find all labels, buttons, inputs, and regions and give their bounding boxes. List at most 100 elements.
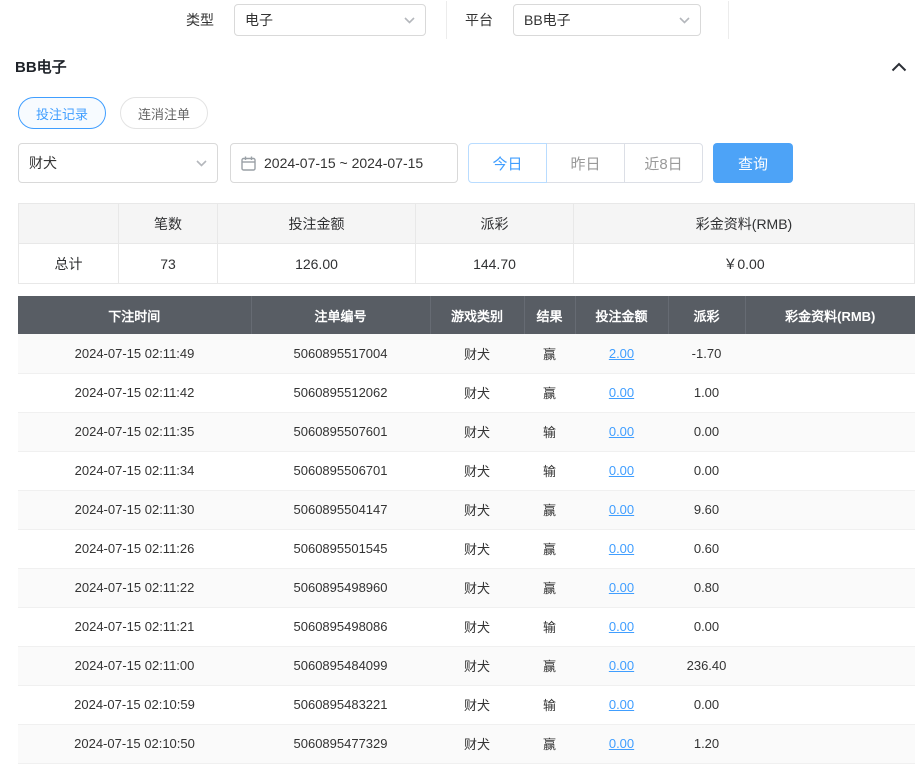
cell-bet-time: 2024-07-15 02:10:59 bbox=[18, 685, 251, 724]
cell-bonus bbox=[745, 529, 915, 568]
cell-bonus bbox=[745, 490, 915, 529]
date-range-value: 2024-07-15 ~ 2024-07-15 bbox=[264, 155, 423, 171]
header-bet-amount: 投注金额 bbox=[575, 296, 668, 334]
platform-select-value: BB电子 bbox=[524, 10, 571, 30]
cell-result: 赢 bbox=[524, 334, 575, 373]
table-row: 2024-07-15 02:11:00 5060895484099 财犬 赢 0… bbox=[18, 646, 915, 685]
summary-header-row: 笔数 投注金额 派彩 彩金资料(RMB) bbox=[19, 204, 915, 244]
cell-bet-time: 2024-07-15 02:11:35 bbox=[18, 412, 251, 451]
cell-game-type: 财犬 bbox=[430, 490, 524, 529]
cell-order-id: 5060895483221 bbox=[251, 685, 430, 724]
quick-yesterday-button[interactable]: 昨日 bbox=[546, 143, 625, 183]
bet-amount-link[interactable]: 0.00 bbox=[609, 580, 634, 595]
bet-amount-link[interactable]: 0.00 bbox=[609, 502, 634, 517]
cell-bet-time: 2024-07-15 02:11:49 bbox=[18, 334, 251, 373]
game-select-value: 财犬 bbox=[29, 153, 57, 173]
cell-payout: 0.80 bbox=[668, 568, 745, 607]
bet-amount-link[interactable]: 0.00 bbox=[609, 385, 634, 400]
cell-bet-amount: 0.00 bbox=[575, 451, 668, 490]
records-header-row: 下注时间 注单编号 游戏类别 结果 投注金额 派彩 彩金资料(RMB) bbox=[18, 296, 915, 334]
cell-result: 赢 bbox=[524, 529, 575, 568]
cell-order-id: 5060895504147 bbox=[251, 490, 430, 529]
page: 类型 电子 平台 BB电子 BB电子 投注记录 连消注单 财犬 bbox=[0, 0, 922, 764]
cell-payout: -1.70 bbox=[668, 334, 745, 373]
records-tbody: 2024-07-15 02:11:49 5060895517004 财犬 赢 2… bbox=[18, 334, 915, 763]
quick-range-button-group: 今日 昨日 近8日 bbox=[468, 143, 703, 183]
bet-amount-link[interactable]: 0.00 bbox=[609, 658, 634, 673]
cell-bet-amount: 0.00 bbox=[575, 490, 668, 529]
game-select[interactable]: 财犬 bbox=[18, 143, 218, 183]
cell-bet-amount: 0.00 bbox=[575, 529, 668, 568]
chevron-down-icon bbox=[679, 17, 690, 24]
cell-payout: 0.00 bbox=[668, 607, 745, 646]
type-label: 类型 bbox=[186, 10, 214, 30]
bet-amount-link[interactable]: 0.00 bbox=[609, 619, 634, 634]
cell-order-id: 5060895501545 bbox=[251, 529, 430, 568]
cell-bet-time: 2024-07-15 02:11:42 bbox=[18, 373, 251, 412]
top-filter-bar: 类型 电子 平台 BB电子 bbox=[0, 0, 922, 40]
search-button[interactable]: 查询 bbox=[713, 143, 793, 183]
cell-game-type: 财犬 bbox=[430, 412, 524, 451]
summary-header-count: 笔数 bbox=[119, 204, 218, 244]
header-payout: 派彩 bbox=[668, 296, 745, 334]
tab-bet-records[interactable]: 投注记录 bbox=[18, 97, 106, 129]
cell-bonus bbox=[745, 334, 915, 373]
quick-8days-button[interactable]: 近8日 bbox=[624, 143, 703, 183]
bet-amount-link[interactable]: 2.00 bbox=[609, 346, 634, 361]
header-order-id: 注单编号 bbox=[251, 296, 430, 334]
cell-payout: 0.60 bbox=[668, 529, 745, 568]
bet-amount-link[interactable]: 0.00 bbox=[609, 697, 634, 712]
table-row: 2024-07-15 02:11:21 5060895498086 财犬 输 0… bbox=[18, 607, 915, 646]
summary-header-bonus: 彩金资料(RMB) bbox=[574, 204, 915, 244]
quick-today-button[interactable]: 今日 bbox=[468, 143, 547, 183]
cell-result: 输 bbox=[524, 607, 575, 646]
table-row: 2024-07-15 02:11:22 5060895498960 财犬 赢 0… bbox=[18, 568, 915, 607]
cell-bet-amount: 0.00 bbox=[575, 685, 668, 724]
bet-amount-link[interactable]: 0.00 bbox=[609, 424, 634, 439]
summary-header-bet-amount: 投注金额 bbox=[218, 204, 416, 244]
date-range-input[interactable]: 2024-07-15 ~ 2024-07-15 bbox=[230, 143, 458, 183]
platform-label: 平台 bbox=[465, 10, 493, 30]
chevron-down-icon bbox=[404, 17, 415, 24]
cell-bet-time: 2024-07-15 02:11:22 bbox=[18, 568, 251, 607]
cell-game-type: 财犬 bbox=[430, 685, 524, 724]
tabs: 投注记录 连消注单 bbox=[18, 97, 922, 129]
type-select-value: 电子 bbox=[245, 10, 273, 30]
type-select[interactable]: 电子 bbox=[234, 4, 426, 36]
platform-select[interactable]: BB电子 bbox=[513, 4, 701, 36]
cell-game-type: 财犬 bbox=[430, 529, 524, 568]
cell-bet-amount: 0.00 bbox=[575, 412, 668, 451]
tab-cancelled-orders[interactable]: 连消注单 bbox=[120, 97, 208, 129]
cell-payout: 236.40 bbox=[668, 646, 745, 685]
summary-total-row: 总计 73 126.00 144.70 ￥0.00 bbox=[19, 244, 915, 284]
cell-bet-amount: 0.00 bbox=[575, 373, 668, 412]
table-row: 2024-07-15 02:11:42 5060895512062 财犬 赢 0… bbox=[18, 373, 915, 412]
bet-amount-link[interactable]: 0.00 bbox=[609, 463, 634, 478]
cell-payout: 1.00 bbox=[668, 373, 745, 412]
cell-result: 输 bbox=[524, 685, 575, 724]
cell-game-type: 财犬 bbox=[430, 646, 524, 685]
calendar-icon bbox=[241, 156, 256, 171]
bet-amount-link[interactable]: 0.00 bbox=[609, 736, 634, 751]
table-row: 2024-07-15 02:11:34 5060895506701 财犬 输 0… bbox=[18, 451, 915, 490]
cell-result: 赢 bbox=[524, 490, 575, 529]
chevron-down-icon bbox=[196, 160, 207, 167]
cell-bonus bbox=[745, 646, 915, 685]
table-row: 2024-07-15 02:11:26 5060895501545 财犬 赢 0… bbox=[18, 529, 915, 568]
cell-bet-time: 2024-07-15 02:11:21 bbox=[18, 607, 251, 646]
cell-game-type: 财犬 bbox=[430, 568, 524, 607]
cell-bet-time: 2024-07-15 02:11:00 bbox=[18, 646, 251, 685]
header-game-type: 游戏类别 bbox=[430, 296, 524, 334]
cell-game-type: 财犬 bbox=[430, 724, 524, 763]
collapse-section-button[interactable] bbox=[891, 62, 907, 72]
cell-payout: 0.00 bbox=[668, 685, 745, 724]
table-row: 2024-07-15 02:10:59 5060895483221 财犬 输 0… bbox=[18, 685, 915, 724]
cell-bonus bbox=[745, 685, 915, 724]
platform-filter: 平台 BB电子 bbox=[447, 1, 729, 39]
cell-game-type: 财犬 bbox=[430, 607, 524, 646]
cell-result: 输 bbox=[524, 451, 575, 490]
cell-bonus bbox=[745, 568, 915, 607]
bet-amount-link[interactable]: 0.00 bbox=[609, 541, 634, 556]
cell-bet-amount: 0.00 bbox=[575, 724, 668, 763]
cell-bonus bbox=[745, 373, 915, 412]
